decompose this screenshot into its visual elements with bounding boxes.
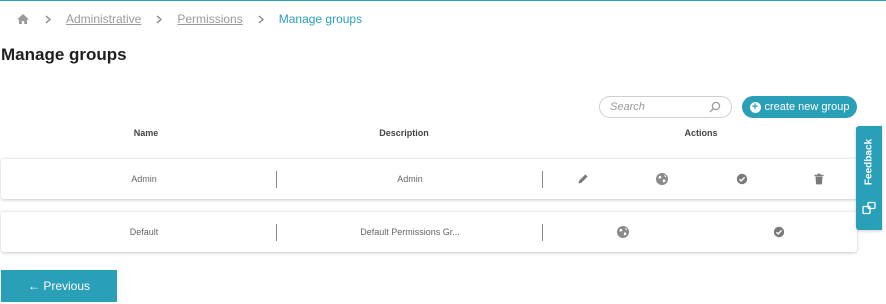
globe-icon[interactable]: [655, 172, 669, 186]
home-icon[interactable]: [16, 12, 30, 26]
page-title: Manage groups: [1, 45, 127, 64]
feedback-tab[interactable]: Feedback: [856, 126, 882, 230]
breadcrumb-current: Manage groups: [278, 12, 363, 26]
column-divider: [542, 224, 543, 241]
breadcrumb-permissions[interactable]: Permissions: [177, 12, 242, 26]
plus-circle-icon: +: [749, 101, 761, 113]
column-header-actions: Actions: [684, 128, 718, 138]
table-row: Admin Admin: [1, 158, 857, 199]
previous-button[interactable]: ← Previous: [1, 270, 117, 302]
group-description: Default Permissions Gr...: [360, 227, 460, 237]
group-description: Admin: [397, 174, 423, 184]
globe-icon[interactable]: [616, 225, 630, 239]
chevron-right-icon: [258, 14, 264, 24]
search-input[interactable]: [610, 101, 702, 113]
trash-icon[interactable]: [814, 173, 825, 185]
breadcrumb: Administrative Permissions Manage groups: [16, 10, 362, 28]
create-new-group-label: create new group: [764, 101, 850, 113]
column-header-description: Description: [379, 128, 429, 138]
feedback-icon: [862, 201, 876, 215]
feedback-label: Feedback: [863, 138, 875, 186]
check-circle-icon[interactable]: [773, 226, 785, 238]
table-row: Default Default Permissions Gr...: [1, 211, 857, 252]
chevron-right-icon: [45, 14, 51, 24]
column-header-name: Name: [133, 128, 159, 138]
column-divider: [276, 171, 277, 188]
breadcrumb-administrative[interactable]: Administrative: [66, 12, 141, 26]
check-circle-icon[interactable]: [736, 173, 748, 185]
group-name: Admin: [131, 174, 157, 184]
column-divider: [542, 171, 543, 188]
chevron-right-icon: [156, 14, 163, 24]
search-box[interactable]: [599, 96, 732, 118]
column-divider: [276, 224, 277, 241]
create-new-group-button[interactable]: + create new group: [742, 96, 857, 118]
search-icon[interactable]: [709, 101, 721, 113]
group-name: Default: [129, 227, 159, 237]
edit-icon[interactable]: [577, 173, 589, 185]
